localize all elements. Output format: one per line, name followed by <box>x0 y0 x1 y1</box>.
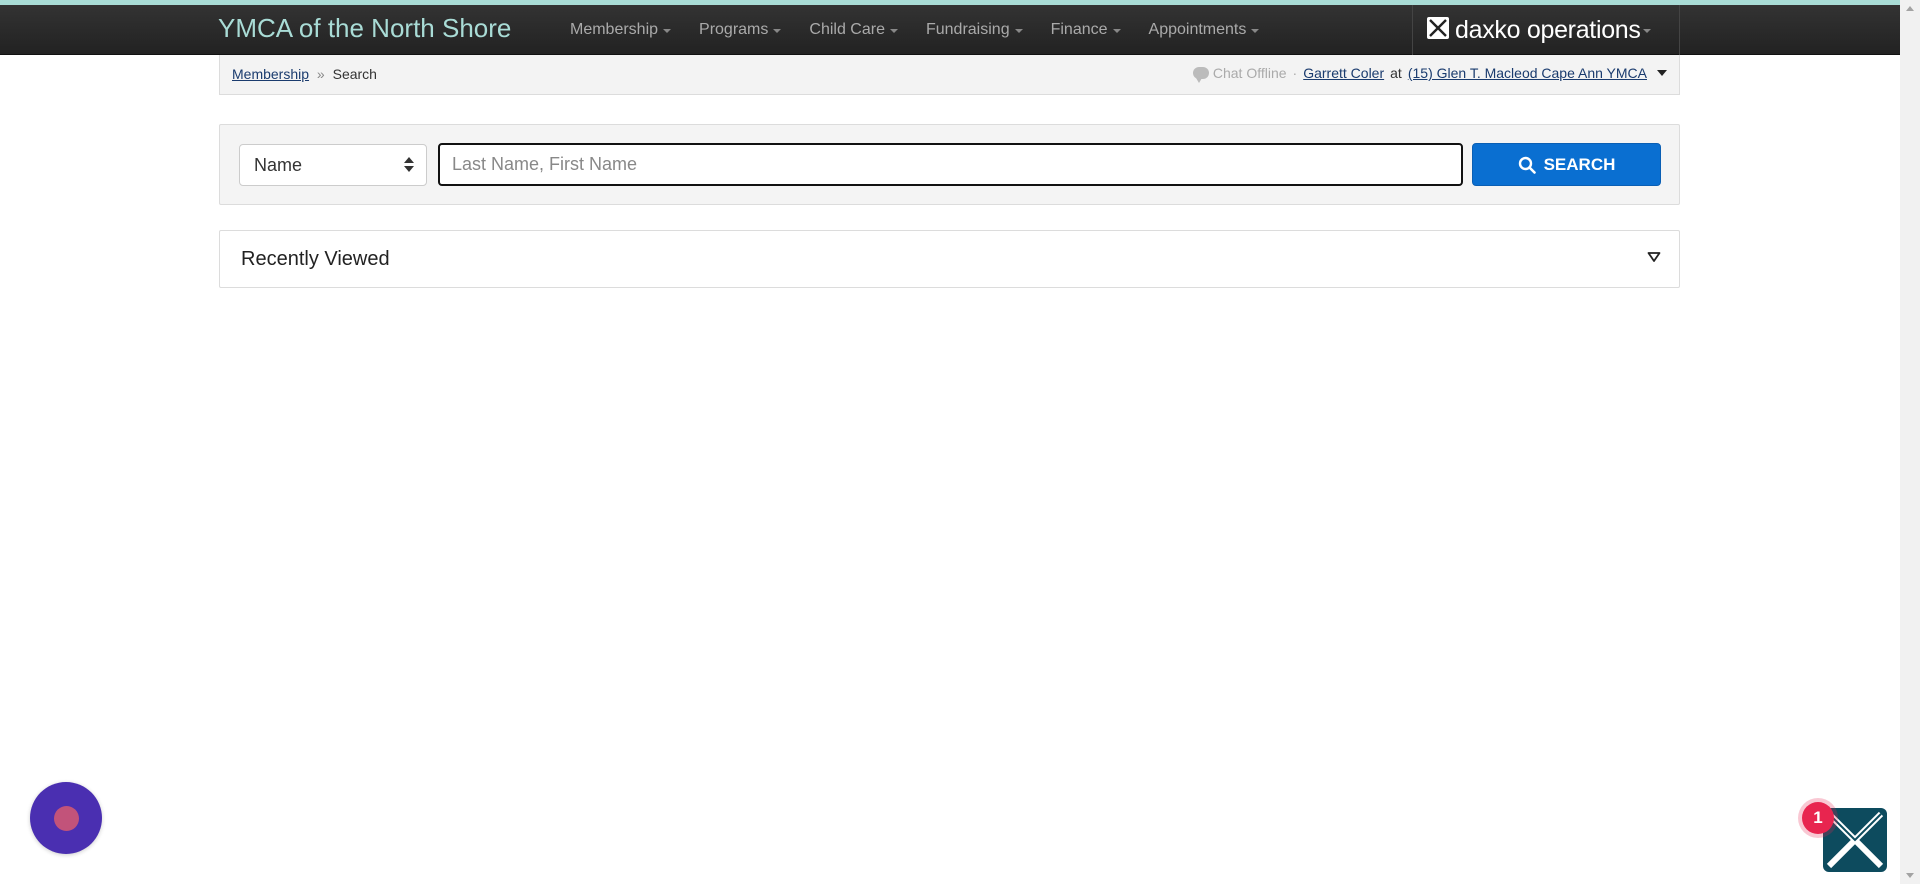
location-link[interactable]: (15) Glen T. Macleod Cape Ann YMCA <box>1408 65 1647 81</box>
recently-viewed-panel[interactable]: Recently Viewed <box>219 230 1680 288</box>
caret-down-icon <box>1014 29 1023 33</box>
vertical-scrollbar[interactable] <box>1900 0 1920 884</box>
nav-item-label: Fundraising <box>925 21 1010 38</box>
nav-item-fundraising[interactable]: Fundraising <box>912 5 1037 55</box>
product-switcher[interactable]: daxko operations <box>1412 5 1680 55</box>
nav-item-label: Membership <box>570 21 659 38</box>
user-name-link[interactable]: Garrett Coler <box>1303 65 1384 81</box>
nav-item-label: Finance <box>1050 21 1108 38</box>
nav-item-child-care[interactable]: Child Care <box>795 5 912 55</box>
main-menu: Membership Programs Child Care Fundraisi… <box>556 5 1273 55</box>
chat-launcher-icon <box>54 806 79 831</box>
recently-viewed-title: Recently Viewed <box>241 248 390 270</box>
caret-down-icon <box>889 29 898 33</box>
notification-badge: 1 <box>1802 802 1834 834</box>
scroll-up-icon[interactable] <box>1906 6 1914 11</box>
breadcrumb-link-membership[interactable]: Membership <box>232 66 309 82</box>
nav-item-label: Programs <box>699 21 769 38</box>
caret-down-icon <box>1112 29 1121 33</box>
caret-down-icon <box>773 29 782 33</box>
nav-item-membership[interactable]: Membership <box>556 5 685 55</box>
chat-launcher-button[interactable] <box>30 782 102 854</box>
daxko-logo-icon <box>1427 16 1449 44</box>
nav-item-label: Appointments <box>1148 21 1247 38</box>
nav-item-programs[interactable]: Programs <box>685 5 795 55</box>
chat-status[interactable]: Chat Offline <box>1213 65 1287 81</box>
userbar-at-text: at <box>1390 65 1402 81</box>
caret-down-icon <box>663 29 672 33</box>
brand-title[interactable]: YMCA of the North Shore <box>218 13 511 44</box>
caret-down-icon <box>1642 29 1651 33</box>
top-navbar: YMCA of the North Shore Membership Progr… <box>0 5 1900 55</box>
search-icon <box>1518 156 1536 174</box>
breadcrumb-separator: » <box>316 66 325 82</box>
location-dropdown-icon[interactable] <box>1657 70 1667 76</box>
search-type-select[interactable]: Name <box>239 144 427 186</box>
product-name: daxko operations <box>1455 15 1641 44</box>
search-button[interactable]: SEARCH <box>1472 143 1661 186</box>
search-input[interactable] <box>438 143 1463 186</box>
nav-item-appointments[interactable]: Appointments <box>1135 5 1274 55</box>
breadcrumb-current: Search <box>332 66 377 82</box>
search-button-label: SEARCH <box>1543 154 1616 174</box>
search-panel: Name SEARCH <box>219 124 1680 205</box>
scroll-down-icon[interactable] <box>1906 873 1914 878</box>
breadcrumb: Membership » Search <box>232 66 377 82</box>
select-arrows-icon <box>404 157 414 175</box>
userbar-separator: · <box>1292 65 1298 81</box>
chevron-down-icon[interactable] <box>1647 250 1661 268</box>
sub-header-bar: Membership » Search Chat Offline · Garre… <box>219 55 1680 95</box>
search-type-value: Name <box>254 155 303 175</box>
user-info-bar: Chat Offline · Garrett Coler at (15) Gle… <box>1192 65 1667 83</box>
chat-bubble-icon <box>1192 67 1209 83</box>
caret-down-icon <box>1251 29 1260 33</box>
nav-item-label: Child Care <box>809 21 885 38</box>
nav-item-finance[interactable]: Finance <box>1037 5 1135 55</box>
